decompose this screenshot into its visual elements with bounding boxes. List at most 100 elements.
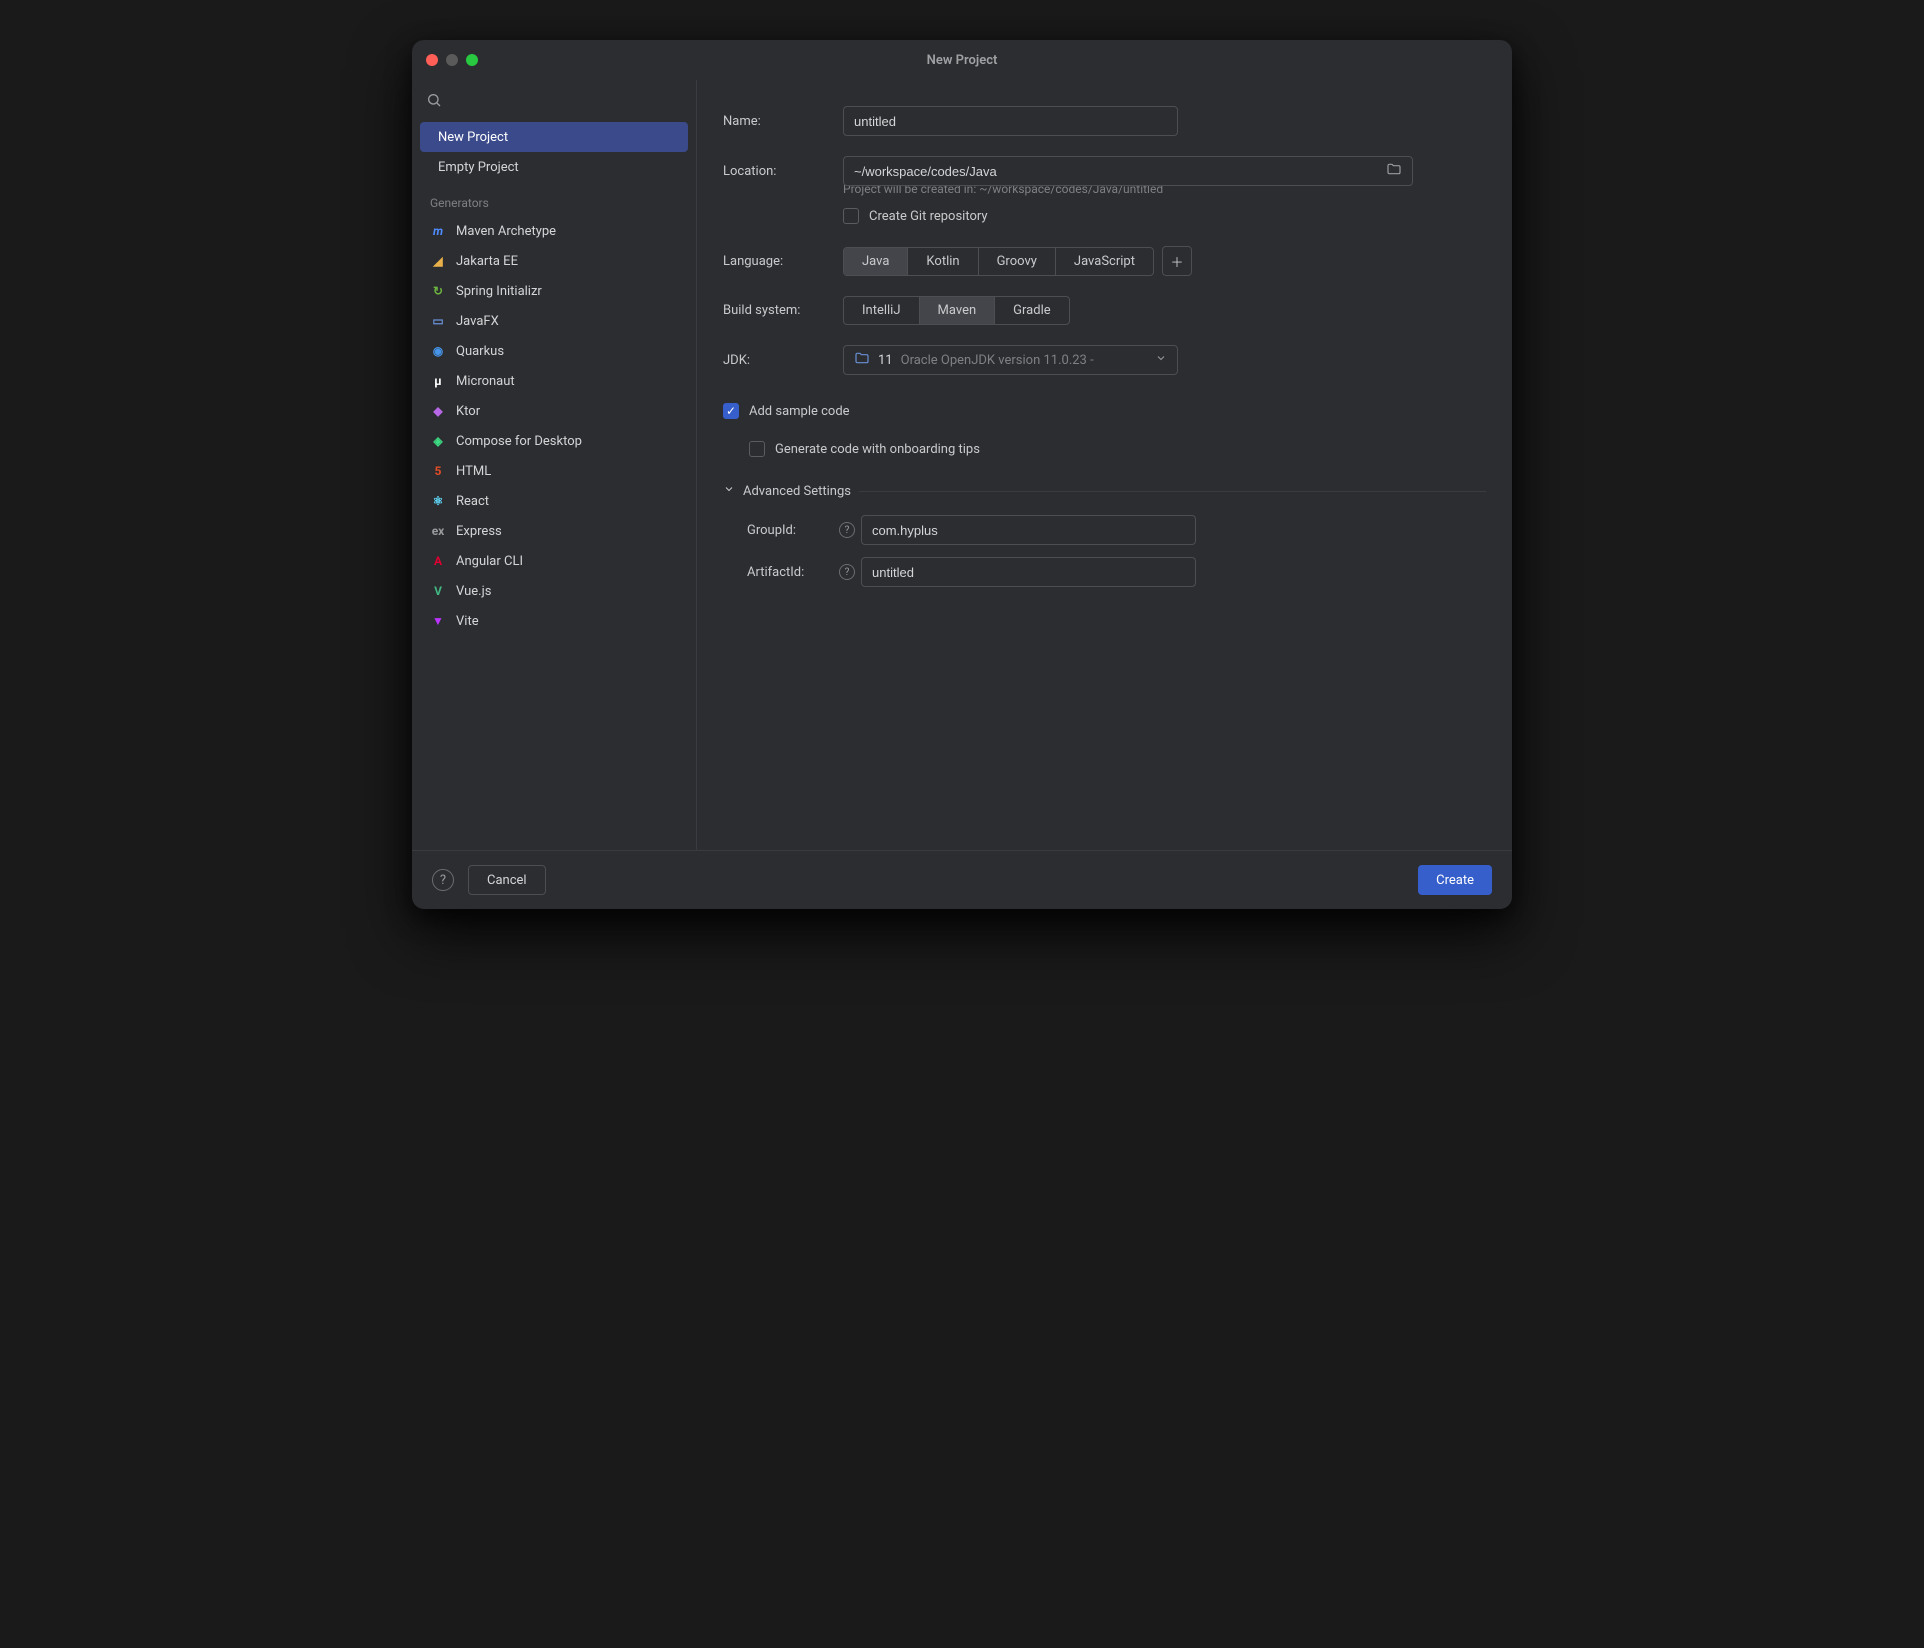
advanced-settings-label: Advanced Settings: [743, 484, 851, 499]
jdk-folder-icon: [854, 350, 870, 370]
generator-icon: ex: [430, 523, 446, 539]
artifactid-input[interactable]: [861, 557, 1196, 587]
build-system-segmented: IntelliJMavenGradle: [843, 296, 1070, 325]
sidebar-generator-vite[interactable]: ▼ Vite: [420, 606, 688, 636]
groupid-help-icon[interactable]: ?: [839, 522, 855, 538]
generator-icon: ◉: [430, 343, 446, 359]
sidebar-item-label: Compose for Desktop: [456, 434, 582, 449]
sidebar-generator-quarkus[interactable]: ◉ Quarkus: [420, 336, 688, 366]
sidebar-item-empty-project[interactable]: Empty Project: [420, 152, 688, 182]
search-icon[interactable]: [426, 93, 442, 112]
window-controls: [426, 54, 478, 66]
window-title: New Project: [927, 53, 998, 68]
sidebar-generator-vue-js[interactable]: V Vue.js: [420, 576, 688, 606]
browse-folder-icon[interactable]: [1386, 161, 1402, 181]
sidebar-item-label: Express: [456, 524, 502, 539]
jdk-label: JDK:: [723, 353, 843, 368]
generator-icon: ◆: [430, 403, 446, 419]
generator-icon: ↻: [430, 283, 446, 299]
sidebar-item-label: Vite: [456, 614, 479, 629]
sidebar-item-label: Micronaut: [456, 374, 515, 389]
create-button[interactable]: Create: [1418, 865, 1492, 895]
sample-code-label: Add sample code: [749, 404, 850, 419]
build-option-gradle[interactable]: Gradle: [995, 297, 1068, 324]
add-language-button[interactable]: ＋: [1162, 246, 1192, 276]
sidebar-item-label: JavaFX: [456, 314, 499, 329]
language-option-kotlin[interactable]: Kotlin: [908, 248, 978, 275]
divider: [859, 491, 1486, 492]
language-label: Language:: [723, 254, 843, 269]
zoom-window-button[interactable]: [466, 54, 478, 66]
sidebar-generator-html[interactable]: 5 HTML: [420, 456, 688, 486]
generator-icon: 5: [430, 463, 446, 479]
dialog-footer: ? Cancel Create: [412, 850, 1512, 909]
sidebar-generator-ktor[interactable]: ◆ Ktor: [420, 396, 688, 426]
generator-icon: ◢: [430, 253, 446, 269]
close-window-button[interactable]: [426, 54, 438, 66]
sidebar-item-label: Angular CLI: [456, 554, 523, 569]
build-option-intellij[interactable]: IntelliJ: [844, 297, 920, 324]
sidebar-generator-micronaut[interactable]: μ Micronaut: [420, 366, 688, 396]
build-system-label: Build system:: [723, 303, 843, 318]
generator-icon: m: [430, 223, 446, 239]
sidebar-item-label: HTML: [456, 464, 491, 479]
language-option-groovy[interactable]: Groovy: [979, 248, 1056, 275]
sidebar-generator-react[interactable]: ⚛ React: [420, 486, 688, 516]
groupid-input[interactable]: [861, 515, 1196, 545]
onboarding-tips-checkbox[interactable]: [749, 441, 765, 457]
sidebar-item-label: React: [456, 494, 489, 509]
sidebar-item-new-project[interactable]: New Project: [420, 122, 688, 152]
chevron-down-icon: [723, 483, 735, 499]
sidebar-generator-express[interactable]: ex Express: [420, 516, 688, 546]
sidebar-generator-spring-initializr[interactable]: ↻ Spring Initializr: [420, 276, 688, 306]
sidebar-item-label: Ktor: [456, 404, 480, 419]
location-input-wrapper: [843, 156, 1413, 186]
sidebar-item-label: Empty Project: [438, 160, 519, 175]
sidebar-generator-angular-cli[interactable]: A Angular CLI: [420, 546, 688, 576]
git-checkbox-label: Create Git repository: [869, 209, 988, 224]
advanced-settings-toggle[interactable]: Advanced Settings: [723, 483, 1486, 499]
jdk-description: Oracle OpenJDK version 11.0.23 -: [901, 353, 1147, 368]
help-icon[interactable]: ?: [432, 869, 454, 891]
sidebar-generator-compose-for-desktop[interactable]: ◈ Compose for Desktop: [420, 426, 688, 456]
artifactid-label: ArtifactId:: [747, 565, 833, 580]
sidebar-item-label: Vue.js: [456, 584, 491, 599]
minimize-window-button[interactable]: [446, 54, 458, 66]
name-label: Name:: [723, 114, 843, 129]
sidebar-generator-maven-archetype[interactable]: m Maven Archetype: [420, 216, 688, 246]
groupid-label: GroupId:: [747, 523, 833, 538]
generator-icon: A: [430, 553, 446, 569]
onboarding-tips-label: Generate code with onboarding tips: [775, 442, 980, 457]
name-input[interactable]: [843, 106, 1178, 136]
form-panel: Name: Location: Project will be created …: [697, 80, 1512, 850]
generator-icon: ▼: [430, 613, 446, 629]
titlebar: New Project: [412, 40, 1512, 80]
jdk-version: 11: [878, 353, 893, 368]
cancel-button[interactable]: Cancel: [468, 865, 546, 895]
generator-icon: ◈: [430, 433, 446, 449]
generator-icon: V: [430, 583, 446, 599]
git-checkbox[interactable]: [843, 208, 859, 224]
sidebar-generator-jakarta-ee[interactable]: ◢Jakarta EE: [420, 246, 688, 276]
generators-section-label: Generators: [412, 182, 696, 216]
language-option-java[interactable]: Java: [844, 248, 908, 275]
sidebar-item-label: Spring Initializr: [456, 284, 542, 299]
generator-icon: μ: [430, 373, 446, 389]
new-project-dialog: New Project New Project Empty Project Ge…: [412, 40, 1512, 909]
location-input[interactable]: [854, 164, 1386, 179]
generator-icon: ▭: [430, 313, 446, 329]
build-option-maven[interactable]: Maven: [920, 297, 996, 324]
generator-icon: ⚛: [430, 493, 446, 509]
chevron-down-icon: [1155, 352, 1167, 368]
sample-code-checkbox[interactable]: ✓: [723, 403, 739, 419]
sidebar: New Project Empty Project Generators m Ma…: [412, 80, 697, 850]
jdk-dropdown[interactable]: 11 Oracle OpenJDK version 11.0.23 -: [843, 345, 1178, 375]
sidebar-item-label: Maven Archetype: [456, 224, 556, 239]
artifactid-help-icon[interactable]: ?: [839, 564, 855, 580]
sidebar-item-label: New Project: [438, 130, 508, 145]
language-segmented: JavaKotlinGroovyJavaScript: [843, 247, 1154, 276]
location-label: Location:: [723, 164, 843, 179]
sidebar-generator-javafx[interactable]: ▭ JavaFX: [420, 306, 688, 336]
sidebar-item-label: Quarkus: [456, 344, 504, 359]
language-option-javascript[interactable]: JavaScript: [1056, 248, 1153, 275]
